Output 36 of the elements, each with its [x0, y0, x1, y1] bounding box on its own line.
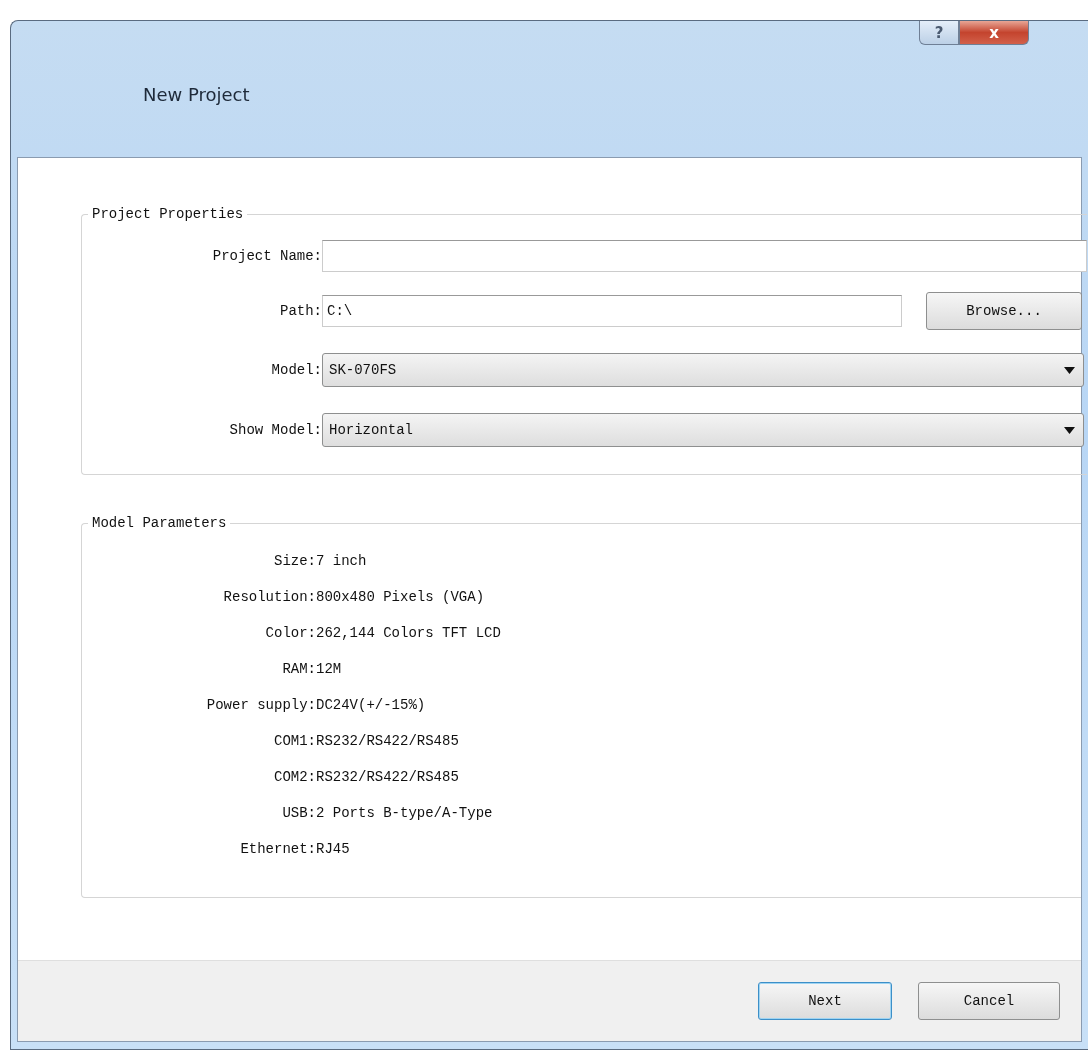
parameter-value: RS232/RS422/RS485 — [316, 733, 459, 749]
parameter-label: Resolution: — [222, 589, 316, 605]
help-button[interactable]: ? — [919, 21, 959, 45]
next-button[interactable]: Next — [758, 982, 892, 1020]
dropdown[interactable]: SK-070FS — [322, 353, 1084, 387]
parameter-value: 262,144 Colors TFT LCD — [316, 625, 501, 641]
caret-icon — [1064, 366, 1075, 374]
parameter-label: COM2: — [273, 769, 316, 785]
parameter-label: Size: — [273, 553, 316, 569]
parameter-label: COM1: — [273, 733, 316, 749]
parameter-label: Ethernet: — [239, 841, 316, 857]
caret-icon — [1064, 426, 1075, 434]
cancel-button[interactable]: Cancel — [918, 982, 1060, 1020]
field-label: Project Name: — [211, 248, 322, 264]
parameter-value: RJ45 — [316, 841, 350, 857]
parameter-label: RAM: — [281, 661, 316, 677]
field-label: Show Model: — [228, 422, 322, 438]
parameter-label: Power supply: — [205, 697, 316, 713]
group-title: Project Properties — [91, 206, 245, 222]
parameter-value: 2 Ports B-type/A-Type — [316, 805, 493, 821]
parameter-label: USB: — [281, 805, 316, 821]
browse-button[interactable]: Browse... — [926, 292, 1082, 330]
field-label: Model: — [270, 362, 322, 378]
dropdown[interactable]: Horizontal — [322, 413, 1084, 447]
parameter-value: DC24V(+/-15%) — [316, 697, 426, 713]
parameter-value: 12M — [316, 661, 342, 677]
parameter-label: Color: — [264, 625, 316, 641]
parameter-value: RS232/RS422/RS485 — [316, 769, 459, 785]
project-name-field[interactable] — [322, 240, 1087, 272]
window-title: New Project — [143, 83, 250, 105]
path-field[interactable]: C:\ — [322, 295, 902, 327]
close-button[interactable]: x — [959, 21, 1029, 45]
parameter-value: 7 inch — [316, 553, 367, 569]
group-title: Model Parameters — [91, 515, 228, 531]
parameter-value: 800x480 Pixels (VGA) — [316, 589, 485, 605]
field-label: Path: — [279, 303, 322, 319]
